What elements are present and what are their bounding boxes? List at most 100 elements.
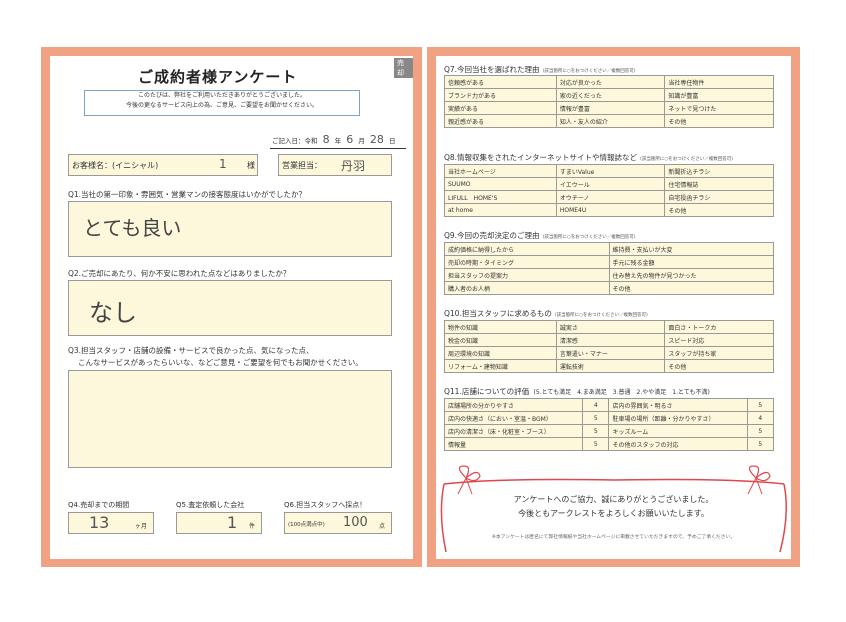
- q10-option[interactable]: 物件の知識: [444, 320, 557, 334]
- q11-score[interactable]: 5: [582, 411, 610, 425]
- q1-label: Q1.当社の第一印象・雰囲気・営業マンの接客態度はいかがでしたか？: [68, 190, 307, 199]
- table-row: 売却の時期・タイミング 手元に残る金額: [444, 255, 774, 269]
- q11-item: 店内の雰囲気・明るさ: [608, 398, 748, 412]
- q8-option[interactable]: 自宅投函チラシ: [664, 190, 774, 204]
- q7-option[interactable]: ネットで見つけた: [664, 101, 774, 115]
- q11-score[interactable]: 4: [746, 411, 775, 425]
- q7-option[interactable]: 知識が豊富: [664, 88, 774, 102]
- table-row: 店内の快適さ（におい・室温・BGM） 5 駐車場の場所（距離・分かりやすさ） 4: [443, 411, 775, 425]
- q8-label: Q8.情報収集をされたインターネットサイトや情報誌など: [444, 153, 638, 162]
- date-year-unit: 年: [334, 137, 342, 145]
- q11-score[interactable]: 5: [746, 424, 775, 438]
- q10-option[interactable]: 清潔感: [555, 333, 666, 347]
- q9-option[interactable]: 成約価格に納得したから: [444, 242, 610, 256]
- q9-option[interactable]: 維持費・支払いが大変: [608, 242, 774, 256]
- q8-option[interactable]: すまいValue: [555, 164, 666, 178]
- q8-option[interactable]: オウチーノ: [555, 190, 666, 204]
- q7-option[interactable]: 実績がある: [444, 101, 557, 115]
- date-month-unit: 月: [358, 137, 365, 145]
- q7-option[interactable]: 親近感がある: [444, 114, 557, 128]
- q10-option[interactable]: スピード対応: [664, 333, 774, 347]
- entry-date: ご記入日：令和 8 年 6 月 28 日: [272, 133, 395, 146]
- q9-option[interactable]: 手元に残る金額: [608, 255, 774, 269]
- q10-option[interactable]: スタッフが持ち家: [664, 346, 774, 360]
- q8-option[interactable]: LIFULL HOME'S: [444, 190, 557, 204]
- q7-option[interactable]: 家の近くだった: [555, 88, 666, 102]
- q9-label: Q9.今回の売却決定のご理由: [444, 231, 540, 240]
- q6-score: 100: [343, 515, 368, 530]
- q1-answer: とても良い: [83, 216, 182, 240]
- q7-option[interactable]: 当社専任物件: [664, 75, 774, 89]
- q7-option[interactable]: 情報が豊富: [555, 101, 666, 115]
- q5-answer-box[interactable]: 1 件: [176, 512, 262, 534]
- table-row: 店舗場所の分かりやすさ 4 店内の雰囲気・明るさ 5: [443, 398, 775, 412]
- q7-options-table: 信頼感がある 対応が良かった 当社専任物件 ブランド力がある 家の近くだった 知…: [444, 75, 774, 128]
- q10-option[interactable]: その他: [664, 359, 774, 373]
- q4-value: 13: [89, 513, 110, 532]
- sales-staff-field[interactable]: 営業担当： 丹羽: [278, 154, 392, 176]
- q7-option[interactable]: その他: [664, 114, 774, 128]
- q8-option[interactable]: SUUMO: [444, 177, 557, 191]
- q8-option[interactable]: 当社ホームページ: [444, 164, 557, 178]
- footnote: ※本アンケートは匿名にて弊社情報紙や当社ホームページに掲載させていただきますので…: [491, 535, 736, 540]
- q11-score[interactable]: 5: [746, 437, 775, 451]
- q10-option[interactable]: 面白さ・トークカ: [664, 320, 774, 334]
- table-row: 担当スタッフの提案力 住み替え先の物件が見つかった: [444, 268, 774, 282]
- q9-option[interactable]: 売却の時期・タイミング: [444, 255, 610, 269]
- q7-option[interactable]: 対応が良かった: [555, 75, 666, 89]
- q11-score[interactable]: 5: [746, 398, 775, 412]
- q9-option[interactable]: 住み替え先の物件が見つかった: [608, 268, 774, 282]
- q6-unit: 点: [379, 523, 386, 530]
- q10-option[interactable]: 周辺環境の知識: [444, 346, 557, 360]
- q2-label: Q2.ご売却にあたり、何か不安に思われた点などはありましたか？: [68, 269, 291, 278]
- q11-heading: Q11.店舗についての評価 (5.とても満足 4.まあ満足 3.普通 2.やや満…: [444, 386, 710, 397]
- q1-answer-box[interactable]: とても良い: [68, 201, 392, 257]
- date-month: 6: [346, 133, 354, 146]
- q6-label: Q6.担当スタッフへ採点！: [284, 501, 367, 509]
- q10-option[interactable]: 言葉遣い・マナー: [555, 346, 666, 360]
- table-row: 税金の知識 清潔感 スピード対応: [444, 333, 774, 347]
- q4-answer-box[interactable]: 13 ヶ月: [68, 512, 154, 534]
- q7-option[interactable]: 知人・友人の紹介: [555, 114, 666, 128]
- q9-sub: (該当箇所に○をおつけください／複数回答可): [542, 235, 636, 240]
- q8-option[interactable]: at home: [444, 203, 557, 217]
- q8-option[interactable]: その他: [664, 203, 774, 217]
- q7-option[interactable]: 信頼感がある: [444, 75, 557, 89]
- q3-label-line-2: こんなサービスがあったらいいな、などご意見・ご要望を何でもお聞かせください。: [78, 358, 363, 367]
- q11-score[interactable]: 4: [582, 398, 610, 412]
- q11-item: キッズルーム: [608, 424, 748, 438]
- date-day-unit: 日: [388, 137, 396, 145]
- q8-option[interactable]: イエウール: [555, 177, 666, 191]
- q9-option[interactable]: その他: [608, 281, 774, 295]
- table-row: 物件の知識 誠実さ 面白さ・トークカ: [444, 320, 774, 334]
- q10-option[interactable]: 誠実さ: [555, 320, 666, 334]
- table-row: LIFULL HOME'S オウチーノ 自宅投函チラシ: [444, 190, 774, 204]
- date-label: ご記入日：令和: [272, 137, 318, 145]
- q10-option[interactable]: リフォーム・建物知識: [444, 359, 557, 373]
- date-underline: [270, 148, 406, 149]
- table-row: 店内の清潔さ（床・化粧室・ブース） 5 キッズルーム 5: [443, 424, 775, 438]
- q8-option[interactable]: HOME4U: [555, 203, 666, 217]
- q8-option[interactable]: 住宅情報誌: [664, 177, 774, 191]
- q5-unit: 件: [249, 523, 256, 530]
- q10-option[interactable]: 運転技術: [555, 359, 666, 373]
- q11-score[interactable]: 5: [582, 437, 610, 451]
- q10-option[interactable]: 税金の知識: [444, 333, 557, 347]
- q6-answer-box[interactable]: (100点満点中) 100 点: [284, 512, 392, 534]
- q8-option[interactable]: 新聞折込チラシ: [664, 164, 774, 178]
- q3-answer-box[interactable]: [68, 370, 392, 468]
- customer-name-field[interactable]: お客様名：(イニシャル) 1 様: [68, 154, 258, 176]
- q9-option[interactable]: 購入者のお人柄: [444, 281, 610, 295]
- customer-initial: 1: [219, 157, 227, 171]
- q7-option[interactable]: ブランド力がある: [444, 88, 557, 102]
- q9-option[interactable]: 担当スタッフの提案力: [444, 268, 610, 282]
- q8-heading: Q8.情報収集をされたインターネットサイトや情報誌など (該当箇所に○をおつけくだ…: [444, 152, 733, 163]
- q2-answer-box[interactable]: なし: [68, 280, 392, 336]
- customer-name-label: お客様名：(イニシャル): [72, 161, 159, 170]
- table-row: 実績がある 情報が豊富 ネットで見つけた: [444, 101, 774, 115]
- q10-options-table: 物件の知識 誠実さ 面白さ・トークカ 税金の知識 清潔感 スピード対応 周辺環境…: [444, 320, 774, 373]
- table-row: 購入者のお人柄 その他: [444, 281, 774, 295]
- q7-heading: Q7.今回当社を選ばれた理由 (該当箇所に○をおつけください／複数回答可): [444, 64, 636, 75]
- q11-score[interactable]: 5: [582, 424, 610, 438]
- intro-note: このたびは、弊社をご利用いただきありがとうございました。 今後の更なるサービス向…: [84, 90, 360, 116]
